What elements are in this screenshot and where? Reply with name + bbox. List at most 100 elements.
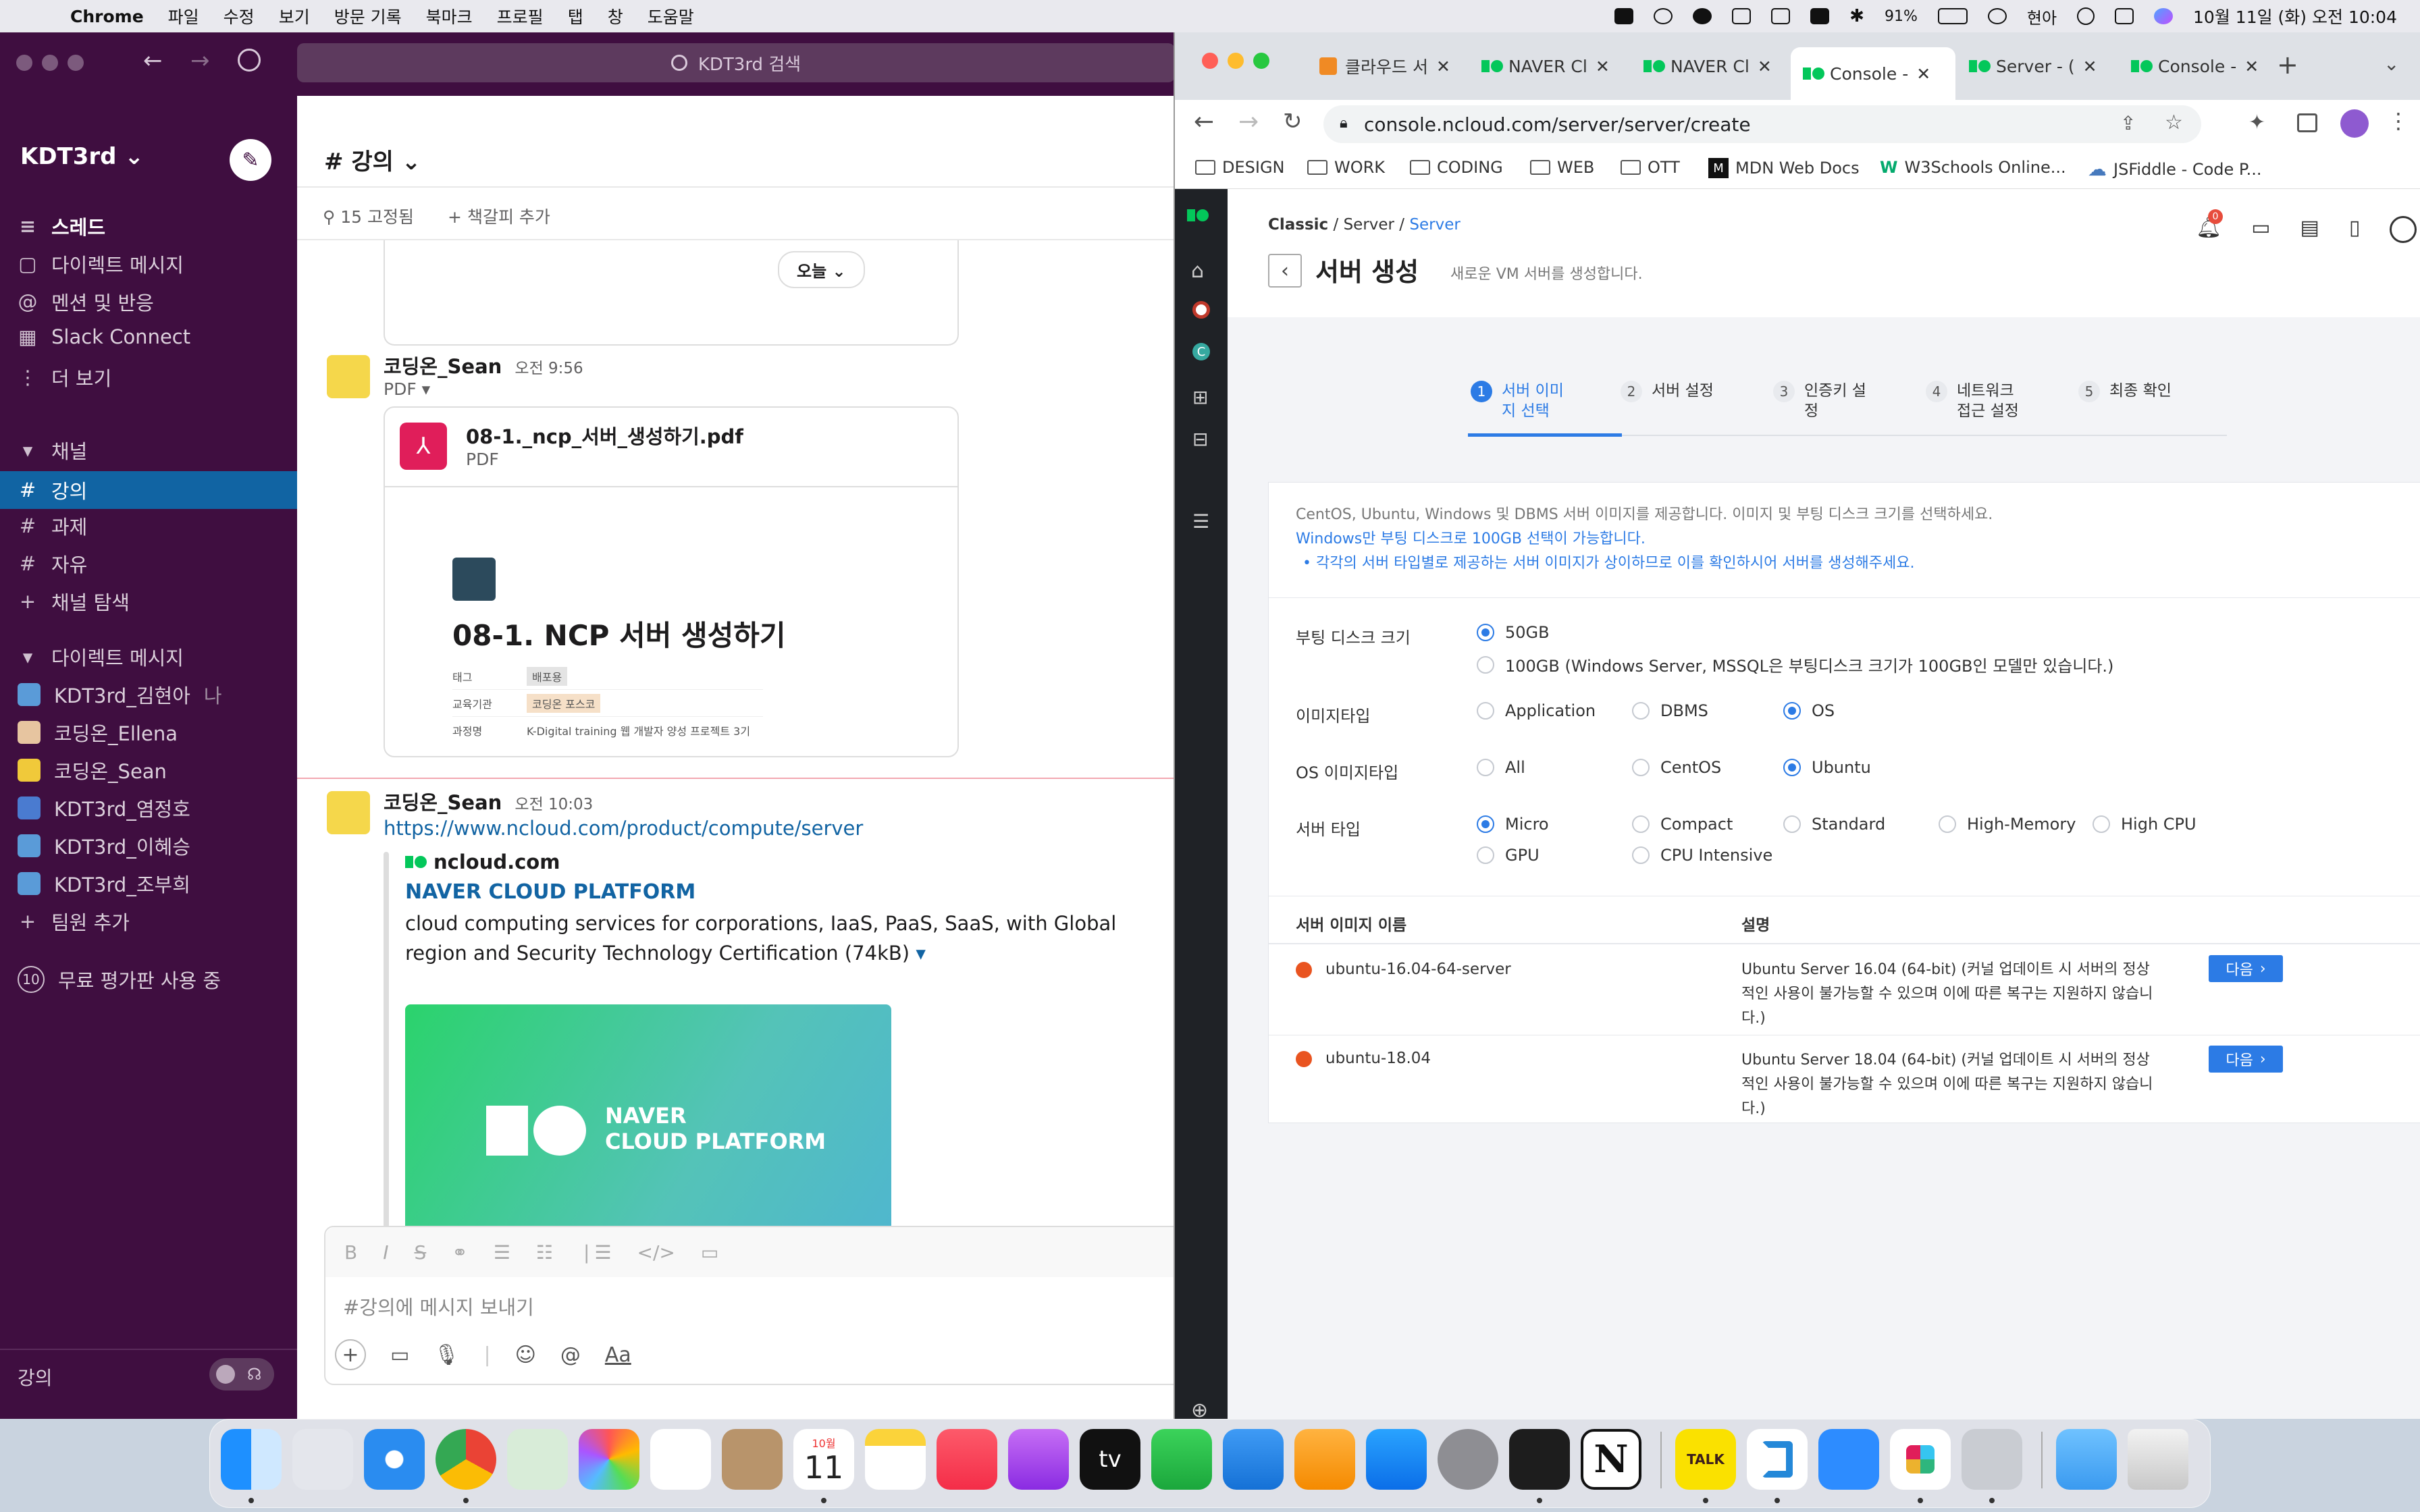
bold-icon[interactable]: B <box>344 1241 357 1264</box>
mention-icon[interactable]: @ <box>560 1343 581 1367</box>
image-type-os-radio[interactable]: OS <box>1783 701 1835 720</box>
forward-arrow-icon[interactable]: → <box>190 47 210 74</box>
menu-help[interactable]: 도움말 <box>648 4 694 28</box>
server-type-high-cpu-radio[interactable]: High CPU <box>2093 815 2197 834</box>
music-icon[interactable] <box>937 1429 997 1490</box>
system-preferences-icon[interactable] <box>1438 1429 1498 1490</box>
bookmark-folder[interactable]: WEB <box>1530 158 1594 177</box>
chrome-icon[interactable] <box>436 1429 496 1490</box>
date-divider-chip[interactable]: 오늘 ⌄ <box>778 251 865 288</box>
user-name[interactable]: 현아 <box>2027 5 2057 28</box>
bookmark-folder[interactable]: DESIGN <box>1195 158 1285 177</box>
date-time[interactable]: 10월 11일 (화) 오전 10:04 <box>2193 4 2397 28</box>
server-type-standard-radio[interactable]: Standard <box>1783 815 1885 834</box>
pages-icon[interactable] <box>1294 1429 1355 1490</box>
bluetooth-icon[interactable]: ✱ <box>1849 6 1864 26</box>
trash-icon[interactable] <box>2128 1429 2188 1490</box>
dm-item[interactable]: KDT3rd_이혜승 <box>18 832 190 860</box>
channel-free[interactable]: # 자유 <box>18 549 88 578</box>
classic-icon[interactable]: C <box>1192 343 1210 360</box>
file-name[interactable]: 08-1._ncp_서버_생성하기.pdf <box>466 421 743 450</box>
close-tab-icon[interactable]: ✕ <box>1596 57 1610 76</box>
dm-item[interactable]: KDT3rd_염정호 <box>18 794 190 822</box>
code-block-icon[interactable]: ▭ <box>701 1241 718 1264</box>
safari-icon[interactable] <box>364 1429 425 1490</box>
extensions-icon[interactable]: ✦ <box>2248 111 2265 134</box>
notes-icon[interactable] <box>865 1429 926 1490</box>
menu-profile[interactable]: 프로필 <box>497 4 544 28</box>
attachment-type-toggle[interactable]: PDF ▾ <box>384 379 430 399</box>
microphone-icon[interactable]: 🎙︎ <box>433 1343 459 1367</box>
composer-input[interactable]: #강의에 메시지 보내기 <box>343 1292 534 1320</box>
notion-icon[interactable]: N <box>1581 1429 1641 1490</box>
browser-tab[interactable]: NAVER Cl ✕ <box>1469 46 1629 86</box>
browser-tab[interactable]: NAVER Cl ✕ <box>1631 46 1791 86</box>
previous-attachment[interactable] <box>384 240 959 346</box>
finder-icon[interactable] <box>221 1429 282 1490</box>
bookmark-link[interactable]: ☁ JSFiddle - Code P... <box>2088 158 2262 180</box>
message-time[interactable]: 오전 9:56 <box>515 360 583 377</box>
back-arrow-icon[interactable]: ← <box>1194 108 1214 136</box>
dm-item[interactable]: KDT3rd_조부희 <box>18 869 190 898</box>
back-arrow-icon[interactable]: ← <box>143 47 163 74</box>
server-type-gpu-radio[interactable]: GPU <box>1477 846 1540 865</box>
avatar[interactable] <box>327 791 370 834</box>
contacts-icon[interactable] <box>722 1429 783 1490</box>
numbers-icon[interactable] <box>1151 1429 1212 1490</box>
back-button[interactable]: ‹ <box>1268 254 1302 288</box>
plus-icon[interactable]: + <box>335 1339 366 1370</box>
preview-icon[interactable] <box>1962 1429 2022 1490</box>
workspace-name[interactable]: KDT3rd ⌄ <box>20 143 144 170</box>
avatar[interactable] <box>327 355 370 398</box>
bell-icon[interactable]: 🔔︎ 0 <box>2196 209 2223 243</box>
dm-item[interactable]: 코딩온_Sean <box>18 756 167 784</box>
forward-arrow-icon[interactable]: → <box>1238 108 1259 136</box>
channel-assignment[interactable]: # 과제 <box>18 512 88 540</box>
search-icon[interactable] <box>2077 7 2095 25</box>
breadcrumb-classic[interactable]: Classic <box>1268 216 1328 234</box>
pdf-attachment[interactable]: ⅄ 08-1._ncp_서버_생성하기.pdf PDF 08-1. NCP 서버… <box>384 406 959 757</box>
image-type-application-radio[interactable]: Application <box>1477 701 1596 720</box>
message-author[interactable]: 코딩온_Sean <box>384 791 502 814</box>
close-tab-icon[interactable]: ✕ <box>1436 57 1450 76</box>
history-icon[interactable] <box>238 49 261 72</box>
reload-icon[interactable]: ↻ <box>1283 108 1303 135</box>
unfurl-image[interactable]: NAVER CLOUD PLATFORM <box>405 1004 891 1257</box>
slack-app-icon[interactable] <box>1890 1429 1951 1490</box>
region-flag-icon[interactable] <box>1192 301 1210 319</box>
calendar-icon[interactable]: 10월 11 <box>793 1429 854 1490</box>
formatting-toggle[interactable]: Aa <box>605 1343 631 1367</box>
chrome-menu-icon[interactable]: ⋮ <box>2388 108 2409 134</box>
step-3[interactable]: 3 인증키 설 정 <box>1773 381 1866 421</box>
add-bookmark-button[interactable]: + 책갈피 추가 <box>448 204 550 228</box>
breadcrumb-current[interactable]: Server <box>1409 216 1460 234</box>
os-type-all-radio[interactable]: All <box>1477 758 1525 777</box>
link-icon[interactable] <box>1987 8 2007 24</box>
code-icon[interactable]: </> <box>637 1241 675 1264</box>
browser-tab[interactable]: Server - (✕ <box>1957 46 2116 86</box>
kakaotalk-icon[interactable]: TALK <box>1675 1429 1736 1490</box>
menu-edit[interactable]: 수정 <box>223 4 255 28</box>
image-type-dbms-radio[interactable]: DBMS <box>1632 701 1708 720</box>
control-center-icon[interactable] <box>2115 8 2134 24</box>
bookmark-link[interactable]: W W3Schools Online... <box>1880 158 2066 177</box>
side-panel-icon[interactable] <box>2297 113 2317 132</box>
boot-disk-100gb-radio[interactable]: 100GB (Windows Server, MSSQL은 부팅디스크 크기가 … <box>1477 653 2113 676</box>
calendar-icon[interactable]: ▤ <box>2300 216 2319 243</box>
zoom-icon[interactable] <box>1614 8 1634 24</box>
menu-window[interactable]: 창 <box>608 4 623 28</box>
dm-item[interactable]: KDT3rd_김현아 나 <box>18 680 222 709</box>
podcasts-icon[interactable] <box>1008 1429 1069 1490</box>
message-time[interactable]: 오전 10:03 <box>515 796 593 813</box>
battery-icon[interactable] <box>1937 8 1968 24</box>
browser-tab[interactable]: 클라우드 서 ✕ <box>1307 46 1467 86</box>
star-icon[interactable]: ☆ <box>2165 111 2183 134</box>
channel-lecture[interactable]: # 강의 <box>0 471 297 509</box>
next-button[interactable]: 다음 › <box>2209 955 2283 982</box>
close-tab-icon[interactable]: ✕ <box>1916 64 1930 84</box>
close-window-button[interactable] <box>1202 53 1218 69</box>
breadcrumb-server[interactable]: Server <box>1344 216 1394 234</box>
dashboard-icon[interactable]: ⊟ <box>1192 428 1208 450</box>
zoom-app-icon[interactable] <box>1818 1429 1879 1490</box>
channels-header[interactable]: ▾ 채널 <box>18 436 88 464</box>
